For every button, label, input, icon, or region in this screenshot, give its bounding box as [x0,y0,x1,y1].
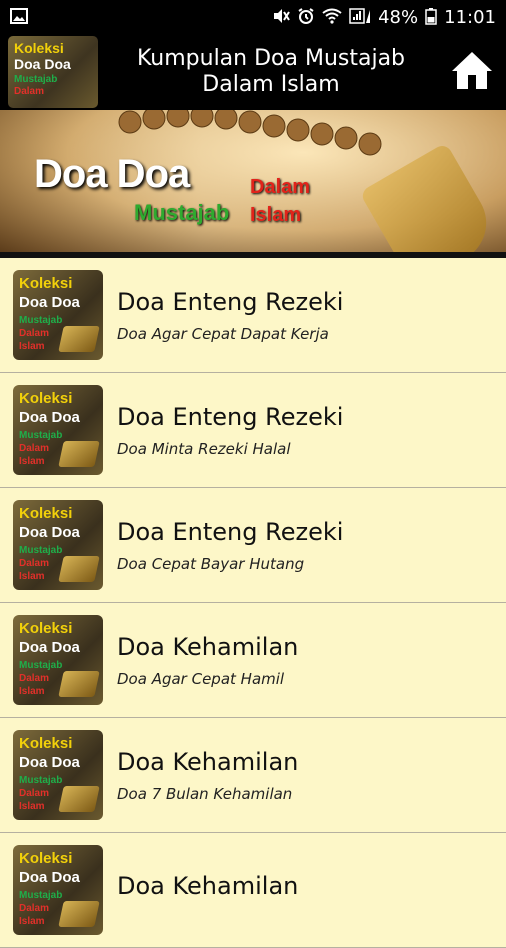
thumb-text-3: Mustajab [19,660,63,671]
battery-percent: 48% [378,6,419,28]
thumb-text-1: Koleksi [19,850,73,867]
banner-dalam: Dalam [250,176,311,198]
thumb-text-1: Koleksi [19,735,73,752]
signal-icon [349,7,371,27]
banner-image: Doa Doa Mustajab Dalam Islam [0,110,506,252]
list-item[interactable]: Koleksi Doa Doa Mustajab Dalam Islam Doa… [0,258,506,373]
item-subtitle: Doa Agar Cepat Hamil [117,670,285,688]
book-icon [58,441,100,467]
logo-text-4: Dalam [14,86,45,97]
image-icon [10,7,28,27]
home-button[interactable] [444,44,500,100]
thumb-text-5: Islam [19,916,45,927]
logo-text-2: Doa Doa [14,56,71,72]
thumb-text-2: Doa Doa [19,524,80,541]
thumb-text-2: Doa Doa [19,294,80,311]
item-thumbnail: Koleksi Doa Doa Mustajab Dalam Islam [13,500,103,590]
item-subtitle: Doa 7 Bulan Kehamilan [117,785,293,803]
thumb-text-4: Dalam [19,788,50,799]
thumb-text-2: Doa Doa [19,869,80,886]
thumb-text-3: Mustajab [19,545,63,556]
list-item[interactable]: Koleksi Doa Doa Mustajab Dalam Islam Doa… [0,833,506,948]
item-subtitle: Doa Minta Rezeki Halal [117,440,291,458]
item-subtitle: Doa Agar Cepat Dapat Kerja [117,325,329,343]
thumb-text-3: Mustajab [19,890,63,901]
list-item[interactable]: Koleksi Doa Doa Mustajab Dalam Islam Doa… [0,373,506,488]
thumb-text-4: Dalam [19,558,50,569]
alarm-icon [297,7,315,27]
item-title: Doa Kehamilan [117,748,299,776]
logo-text-3: Mustajab [14,74,58,85]
book-icon [58,671,100,697]
list-item[interactable]: Koleksi Doa Doa Mustajab Dalam Islam Doa… [0,718,506,833]
thumb-text-5: Islam [19,571,45,582]
book-icon [58,556,100,582]
status-bar: 48% 11:01 [0,0,506,34]
item-thumbnail: Koleksi Doa Doa Mustajab Dalam Islam [13,845,103,935]
item-title: Doa Kehamilan [117,872,299,900]
thumb-text-2: Doa Doa [19,409,80,426]
thumb-text-2: Doa Doa [19,639,80,656]
item-title: Doa Enteng Rezeki [117,403,344,431]
book-icon [58,786,100,812]
thumb-text-2: Doa Doa [19,754,80,771]
home-icon [449,49,495,95]
thumb-text-1: Koleksi [19,620,73,637]
item-subtitle: Doa Cepat Bayar Hutang [117,555,305,573]
thumb-text-5: Islam [19,801,45,812]
book-icon [58,901,100,927]
item-thumbnail: Koleksi Doa Doa Mustajab Dalam Islam [13,385,103,475]
thumb-text-4: Dalam [19,903,50,914]
prayer-list: Koleksi Doa Doa Mustajab Dalam Islam Doa… [0,258,506,948]
thumb-text-5: Islam [19,456,45,467]
thumb-text-1: Koleksi [19,505,73,522]
book-icon [58,326,100,352]
clock-time: 11:01 [444,6,496,28]
thumb-text-4: Dalam [19,328,50,339]
thumb-text-3: Mustajab [19,430,63,441]
battery-icon [425,7,437,28]
banner-subtitle: Mustajab [134,200,230,225]
app-logo: Koleksi Doa Doa Mustajab Dalam [8,36,98,108]
item-thumbnail: Koleksi Doa Doa Mustajab Dalam Islam [13,730,103,820]
thumb-text-3: Mustajab [19,315,63,326]
item-thumbnail: Koleksi Doa Doa Mustajab Dalam Islam [13,615,103,705]
item-title: Doa Kehamilan [117,633,299,661]
thumb-text-5: Islam [19,686,45,697]
item-title: Doa Enteng Rezeki [117,518,344,546]
thumb-text-3: Mustajab [19,775,63,786]
item-thumbnail: Koleksi Doa Doa Mustajab Dalam Islam [13,270,103,360]
app-title: Kumpulan Doa Mustajab Dalam Islam [136,46,406,97]
item-title: Doa Enteng Rezeki [117,288,344,316]
thumb-text-4: Dalam [19,443,50,454]
logo-text-1: Koleksi [14,40,64,56]
list-item[interactable]: Koleksi Doa Doa Mustajab Dalam Islam Doa… [0,488,506,603]
banner-islam: Islam [250,204,302,226]
list-item[interactable]: Koleksi Doa Doa Mustajab Dalam Islam Doa… [0,603,506,718]
thumb-text-4: Dalam [19,673,50,684]
thumb-text-1: Koleksi [19,390,73,407]
mute-icon [272,8,290,27]
banner-title: Doa Doa [34,152,190,196]
thumb-text-1: Koleksi [19,275,73,292]
app-bar: Koleksi Doa Doa Mustajab Dalam Kumpulan … [0,34,506,110]
thumb-text-5: Islam [19,341,45,352]
wifi-icon [322,8,342,27]
